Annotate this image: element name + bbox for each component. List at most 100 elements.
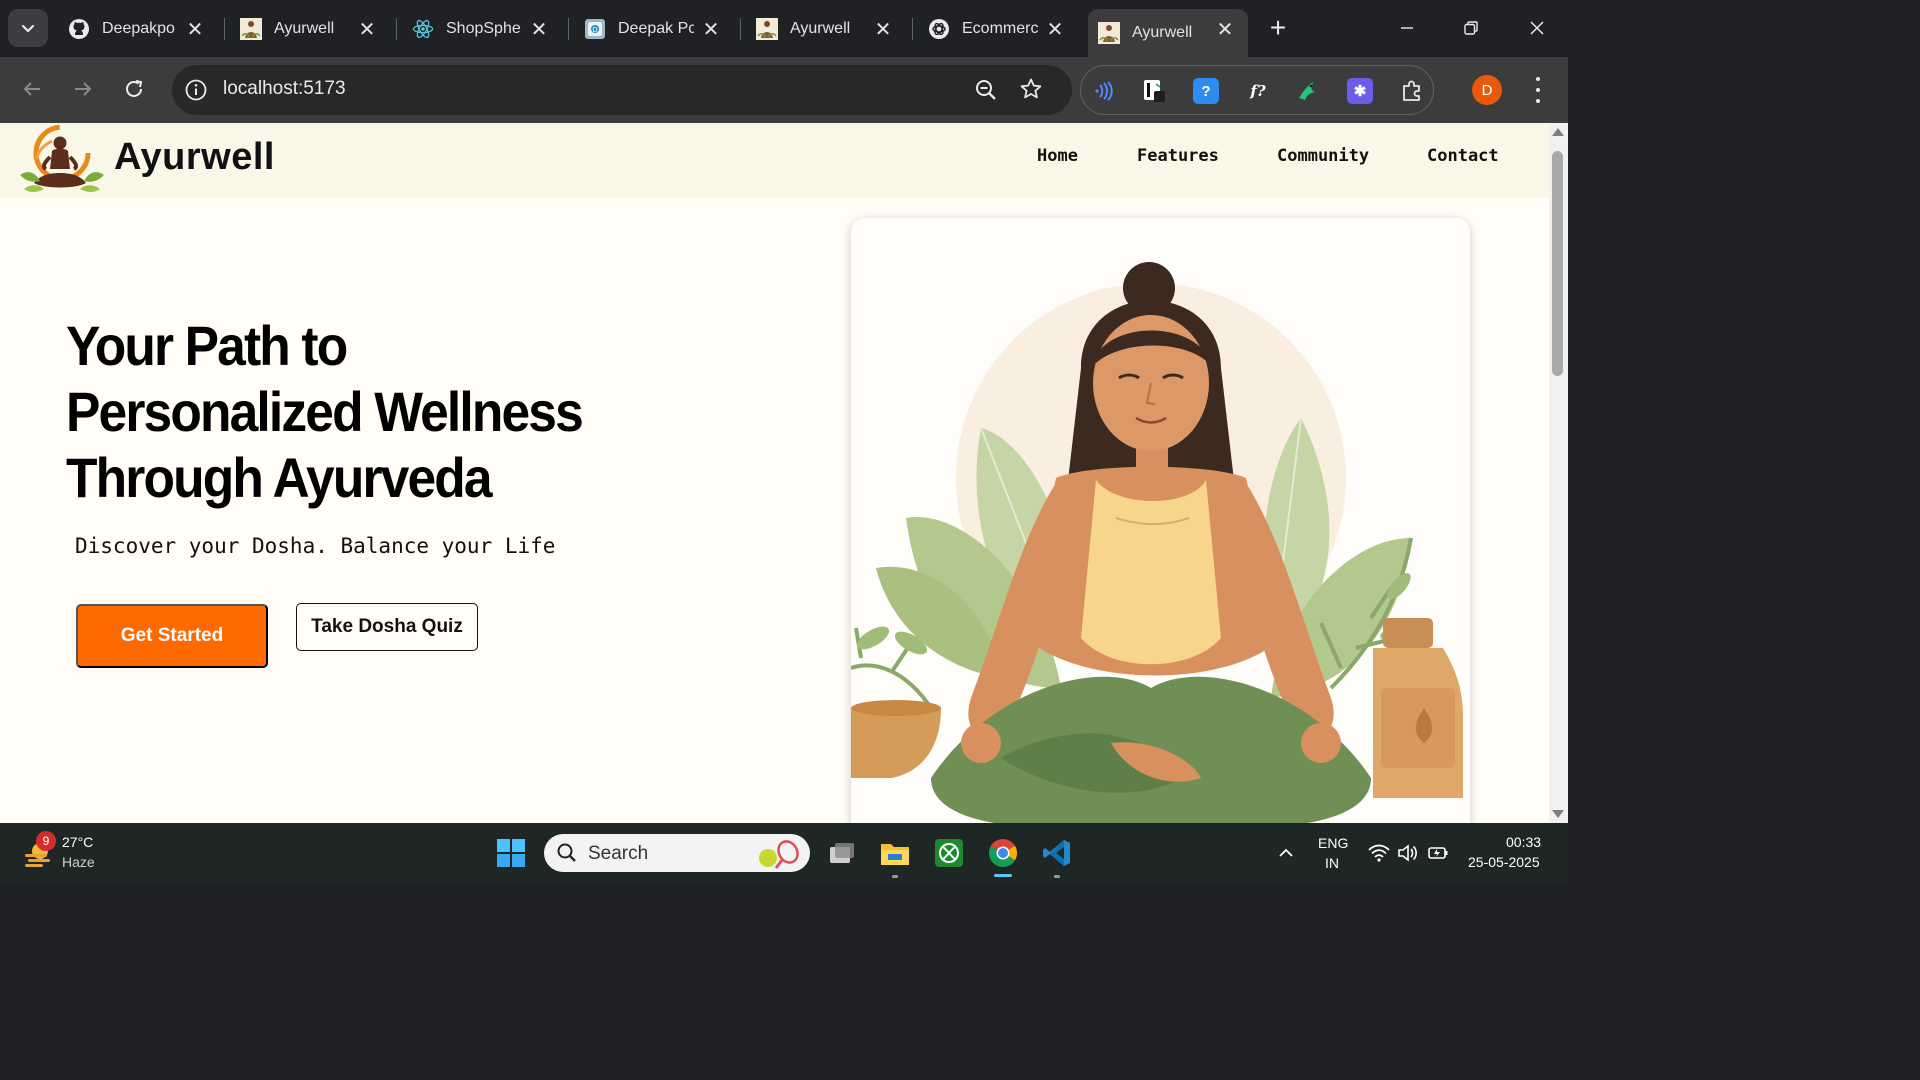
- nav-community-link[interactable]: Community: [1277, 146, 1369, 166]
- hero-title-line: Personalized Wellness: [66, 380, 584, 443]
- site-info-icon[interactable]: [184, 78, 208, 107]
- chevron-up-icon[interactable]: [1268, 835, 1304, 871]
- take-dosha-quiz-button[interactable]: Take Dosha Quiz: [296, 603, 478, 651]
- clock-time[interactable]: 00:33: [1506, 834, 1541, 850]
- scrollbar-thumb[interactable]: [1552, 151, 1563, 376]
- vscode-icon[interactable]: [1039, 835, 1075, 871]
- reload-icon: [126, 80, 143, 97]
- language-indicator[interactable]: ENG: [1318, 835, 1348, 851]
- search-icon: [556, 842, 578, 869]
- chatgpt-icon: [928, 18, 950, 40]
- close-tab-icon[interactable]: ✕: [1044, 18, 1066, 41]
- battery-icon[interactable]: [1420, 835, 1456, 871]
- close-tab-icon[interactable]: ✕: [528, 18, 550, 41]
- browser-tab[interactable]: Ayurwell ✕: [230, 9, 390, 49]
- browser-tab[interactable]: ShopSphe ✕: [402, 9, 562, 49]
- react-icon: [412, 18, 434, 40]
- ayurwell-favicon: [240, 18, 262, 40]
- file-explorer-icon[interactable]: [877, 835, 913, 871]
- get-started-button[interactable]: Get Started: [76, 604, 268, 668]
- site-navbar: Ayurwell Home Features Community Contact: [0, 123, 1549, 198]
- minimize-button[interactable]: [1392, 14, 1422, 42]
- meditation-logo-icon[interactable]: [18, 123, 106, 197]
- browser-tab[interactable]: D Deepak Pc ✕: [574, 9, 734, 49]
- search-placeholder: Search: [588, 843, 649, 864]
- close-tab-icon[interactable]: ✕: [1214, 18, 1236, 41]
- tab-strip: Deepakpo ✕ Ayurwell ✕ ShopSphe ✕ D Deepa…: [0, 0, 1568, 57]
- back-button[interactable]: [17, 74, 47, 104]
- browser-tab[interactable]: Ayurwell ✕: [746, 9, 906, 49]
- ayurwell-favicon: [756, 18, 778, 40]
- nav-features-link[interactable]: Features: [1137, 146, 1219, 166]
- yoga-woman-illustration: [851, 262, 1463, 823]
- extensions-bar: ? f? ✱: [1080, 65, 1434, 115]
- weather-description[interactable]: Haze: [62, 854, 95, 870]
- help-ext-icon[interactable]: ?: [1193, 78, 1219, 104]
- weather-notification-badge: 9: [36, 831, 56, 851]
- arrow-right-icon: [75, 82, 92, 96]
- bookmark-star-icon[interactable]: [1019, 77, 1043, 106]
- hero-title-line: Through Ayurveda: [66, 446, 493, 509]
- task-view-icon[interactable]: [824, 835, 860, 871]
- extensions-puzzle-icon[interactable]: [1399, 78, 1425, 104]
- sound-wave-icon[interactable]: [1091, 78, 1117, 104]
- reload-button[interactable]: [119, 74, 149, 104]
- windows-taskbar: 9 27°C Haze Search ENG IN 00:33 25-05-20…: [0, 823, 1568, 882]
- github-icon: [68, 18, 90, 40]
- browser-tab[interactable]: Deepakpo ✕: [58, 9, 218, 49]
- close-tab-icon[interactable]: ✕: [356, 18, 378, 41]
- address-bar[interactable]: localhost:5173: [172, 65, 1072, 115]
- new-tab-button[interactable]: +: [1264, 14, 1292, 42]
- close-tab-icon[interactable]: ✕: [872, 18, 894, 41]
- hero-title: Your Path to Personalized Wellness Throu…: [66, 313, 655, 511]
- region-indicator[interactable]: IN: [1325, 855, 1339, 871]
- notion-ext-icon[interactable]: [1141, 78, 1167, 104]
- zoom-icon[interactable]: [974, 78, 998, 107]
- tab-title: Ayurwell: [790, 20, 851, 37]
- browser-menu-icon[interactable]: [1526, 77, 1550, 103]
- minimize-icon: [1401, 27, 1413, 29]
- scroll-down-arrow-icon[interactable]: [1552, 810, 1564, 818]
- restore-button[interactable]: [1456, 14, 1486, 42]
- xbox-icon[interactable]: [931, 835, 967, 871]
- forward-button[interactable]: [68, 74, 98, 104]
- portfolio-favicon: D: [584, 18, 606, 40]
- tab-separator: [568, 18, 569, 40]
- page-scrollbar[interactable]: [1549, 123, 1568, 823]
- chrome-icon[interactable]: [985, 835, 1021, 871]
- tab-separator: [912, 18, 913, 40]
- snowflake-ext-icon[interactable]: ✱: [1347, 78, 1373, 104]
- tab-title: Deepak Pc: [618, 20, 694, 37]
- browser-tab-active[interactable]: Ayurwell ✕: [1088, 9, 1248, 57]
- windows-start-icon[interactable]: [493, 835, 529, 871]
- chevron-down-icon: [21, 24, 35, 33]
- close-window-button[interactable]: [1522, 14, 1552, 42]
- brand-name[interactable]: Ayurwell: [114, 136, 275, 179]
- tab-title: Deepakpo: [102, 20, 175, 37]
- browser-toolbar: localhost:5173 ? f? ✱ D: [0, 57, 1568, 123]
- svg-text:D: D: [592, 26, 597, 34]
- tab-separator: [740, 18, 741, 40]
- tab-title: Ayurwell: [1132, 24, 1193, 41]
- nav-home-link[interactable]: Home: [1037, 146, 1078, 166]
- tab-separator: [396, 18, 397, 40]
- bird-ext-icon[interactable]: [1295, 78, 1321, 104]
- profile-avatar[interactable]: D: [1472, 75, 1502, 105]
- close-tab-icon[interactable]: ✕: [184, 18, 206, 41]
- scroll-up-arrow-icon[interactable]: [1552, 128, 1564, 136]
- nav-contact-link[interactable]: Contact: [1427, 146, 1499, 166]
- hero-illustration-card: [851, 218, 1470, 823]
- close-tab-icon[interactable]: ✕: [700, 18, 722, 41]
- browser-tab[interactable]: Ecommerc ✕: [918, 9, 1078, 49]
- tab-search-button[interactable]: [8, 9, 48, 47]
- web-page: Ayurwell Home Features Community Contact…: [0, 123, 1549, 823]
- hero-subtitle: Discover your Dosha. Balance your Life: [75, 534, 556, 558]
- active-app-indicator: [994, 874, 1012, 877]
- arrow-left-icon: [23, 82, 40, 96]
- url-text[interactable]: localhost:5173: [223, 78, 346, 100]
- formula-ext-icon[interactable]: f?: [1245, 78, 1271, 104]
- clock-date[interactable]: 25-05-2025: [1468, 854, 1540, 870]
- taskbar-search-box[interactable]: Search: [544, 834, 810, 872]
- weather-temperature[interactable]: 27°C: [62, 834, 93, 850]
- ayurwell-favicon: [1098, 22, 1120, 44]
